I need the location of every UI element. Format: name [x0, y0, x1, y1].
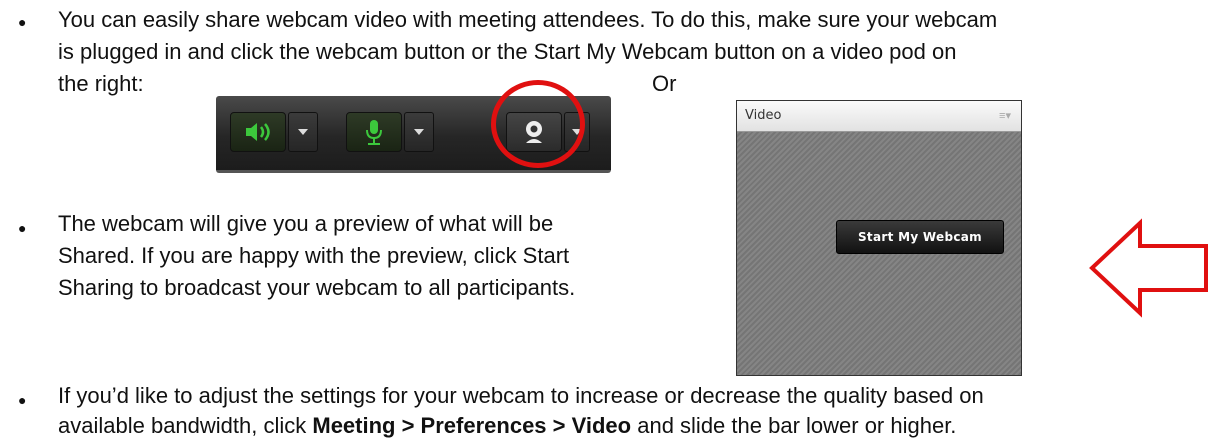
start-my-webcam-button[interactable]: Start My Webcam: [836, 220, 1004, 254]
paragraph-2-line-1: The webcam will give you a preview of wh…: [58, 211, 554, 236]
bullet-3: ●: [18, 392, 27, 408]
speaker-dropdown[interactable]: [288, 112, 318, 152]
paragraph-1-or: Or: [652, 71, 677, 96]
video-pod-body: Start My Webcam: [737, 132, 1021, 375]
paragraph-2-line-3: Sharing to broadcast your webcam to all …: [58, 275, 576, 300]
highlight-circle: [491, 80, 585, 168]
speaker-button[interactable]: [230, 112, 286, 152]
paragraph-1-line-3: the right:: [58, 71, 144, 96]
microphone-dropdown[interactable]: [404, 112, 434, 152]
microphone-icon: [366, 120, 382, 145]
paragraph-2-line-2: Shared. If you are happy with the previe…: [58, 243, 570, 268]
bullet-1: ●: [18, 14, 27, 30]
video-pod-title: Video: [745, 108, 782, 123]
microphone-button[interactable]: [346, 112, 402, 152]
chevron-down-icon: [298, 129, 308, 135]
speaker-icon: [246, 123, 270, 141]
video-pod-header: Video ≡▾: [737, 101, 1021, 132]
video-pod: Video ≡▾ Start My Webcam: [736, 100, 1022, 376]
paragraph-1-line-1: You can easily share webcam video with m…: [58, 7, 998, 32]
paragraph-3-line-1: If you’d like to adjust the settings for…: [58, 383, 984, 408]
arrow-left-icon: [1089, 218, 1208, 318]
chevron-down-icon: [414, 129, 424, 135]
pod-menu-icon[interactable]: ≡▾: [999, 109, 1011, 122]
paragraph-1-line-2: is plugged in and click the webcam butto…: [58, 39, 957, 64]
bullet-2: ●: [18, 220, 27, 236]
